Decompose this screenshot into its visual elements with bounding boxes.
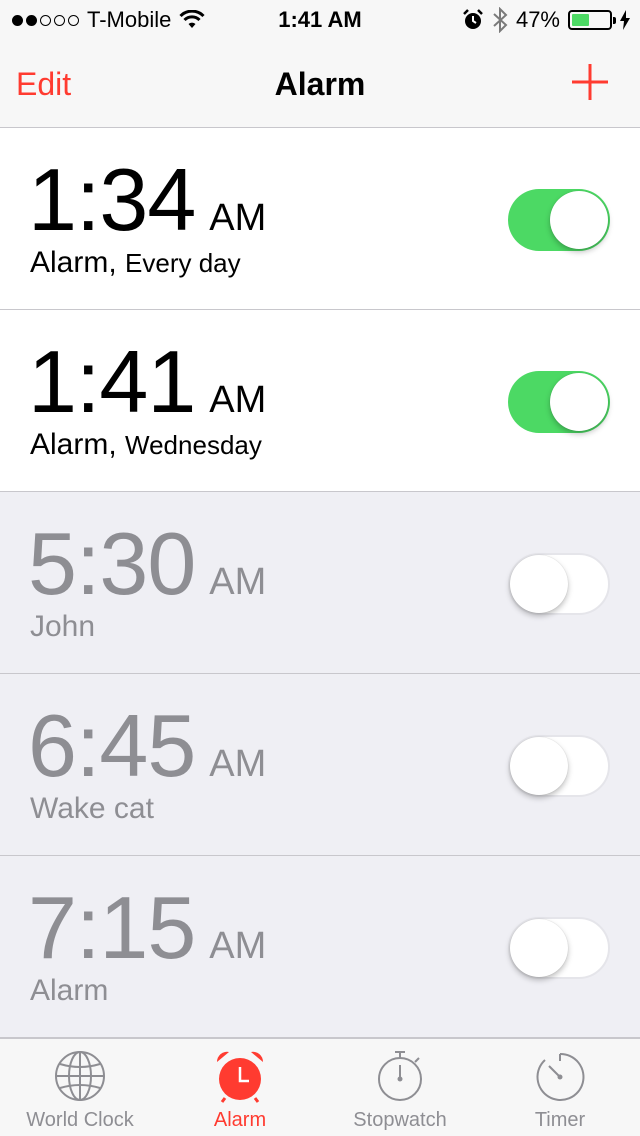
toggle-knob bbox=[510, 919, 568, 977]
alarm-toggle[interactable] bbox=[508, 371, 610, 433]
tab-world-clock[interactable]: World Clock bbox=[0, 1039, 160, 1136]
tab-label: Timer bbox=[534, 1109, 586, 1131]
tab-timer[interactable]: Timer bbox=[480, 1039, 640, 1136]
status-bar: T-Mobile 1:41 AM 47% bbox=[0, 0, 640, 40]
alarm-row[interactable]: 6:45 AM Wake cat bbox=[0, 674, 640, 856]
alarm-ampm: AM bbox=[209, 743, 267, 785]
tab-stopwatch[interactable]: Stopwatch bbox=[320, 1039, 480, 1136]
alarm-repeat: Wednesday bbox=[125, 430, 262, 460]
alarm-toggle[interactable] bbox=[508, 735, 610, 797]
alarm-clock-icon bbox=[216, 1051, 264, 1103]
alarm-label: John bbox=[30, 610, 95, 644]
alarm-toggle[interactable] bbox=[508, 189, 610, 251]
battery-icon bbox=[568, 10, 616, 30]
alarm-time-value: 7:15 bbox=[28, 878, 196, 977]
tab-alarm[interactable]: Alarm bbox=[160, 1039, 320, 1136]
alarm-time-value: 1:41 bbox=[28, 332, 196, 431]
alarm-screen: T-Mobile 1:41 AM 47% Edit Alarm 1:34 AM … bbox=[0, 0, 640, 1136]
timer-icon bbox=[536, 1052, 585, 1101]
alarm-label-text: Alarm bbox=[30, 974, 109, 1007]
toggle-knob bbox=[550, 191, 608, 249]
alarm-row[interactable]: 5:30 AM John bbox=[0, 492, 640, 674]
battery-level bbox=[572, 14, 589, 26]
stopwatch-icon bbox=[378, 1051, 422, 1101]
alarm-label: Alarm, Every day bbox=[30, 246, 241, 280]
alarm-label-text: John bbox=[30, 610, 96, 643]
bluetooth-icon bbox=[493, 7, 508, 33]
alarm-ampm: AM bbox=[209, 925, 267, 967]
alarm-indicator-icon bbox=[463, 9, 483, 29]
globe-icon bbox=[55, 1051, 105, 1101]
alarm-row[interactable]: 7:15 AM Alarm bbox=[0, 856, 640, 1038]
toggle-knob bbox=[550, 373, 608, 431]
alarm-label-text: Alarm, bbox=[30, 428, 117, 461]
add-alarm-button[interactable] bbox=[570, 62, 610, 102]
alarm-label: Alarm, Wednesday bbox=[30, 428, 262, 462]
alarm-repeat: Every day bbox=[125, 248, 241, 278]
alarm-label-text: Wake cat bbox=[30, 792, 154, 825]
toggle-knob bbox=[510, 737, 568, 795]
tab-bar: World Clock Alarm Stopwatch Timer bbox=[0, 1038, 640, 1136]
tab-label: Alarm bbox=[213, 1109, 267, 1131]
navigation-bar: Edit Alarm bbox=[0, 40, 640, 128]
battery-percent: 47% bbox=[515, 7, 560, 32]
page-title: Alarm bbox=[274, 66, 366, 102]
alarm-time-value: 1:34 bbox=[28, 150, 196, 249]
charging-bolt-icon bbox=[620, 10, 630, 30]
alarm-label: Wake cat bbox=[30, 792, 154, 826]
alarm-toggle[interactable] bbox=[508, 553, 610, 615]
alarm-label: Alarm bbox=[30, 974, 108, 1008]
battery-nub bbox=[613, 17, 616, 24]
alarm-time-value: 5:30 bbox=[28, 514, 196, 613]
alarm-ampm: AM bbox=[209, 561, 267, 603]
tab-label: World Clock bbox=[26, 1109, 134, 1131]
alarm-toggle[interactable] bbox=[508, 917, 610, 979]
alarm-label-text: Alarm, bbox=[30, 246, 117, 279]
status-right: 47% bbox=[462, 6, 630, 34]
alarm-list: 1:34 AM Alarm, Every day 1:41 AM Alarm, Wedne… bbox=[0, 128, 640, 1038]
alarm-row[interactable]: 1:41 AM Alarm, Wednesday bbox=[0, 310, 640, 492]
toggle-knob bbox=[510, 555, 568, 613]
alarm-time-value: 6:45 bbox=[28, 696, 196, 795]
alarm-row[interactable]: 1:34 AM Alarm, Every day bbox=[0, 128, 640, 310]
tab-label: Stopwatch bbox=[353, 1109, 447, 1131]
alarm-ampm: AM bbox=[209, 197, 267, 239]
alarm-ampm: AM bbox=[209, 379, 267, 421]
